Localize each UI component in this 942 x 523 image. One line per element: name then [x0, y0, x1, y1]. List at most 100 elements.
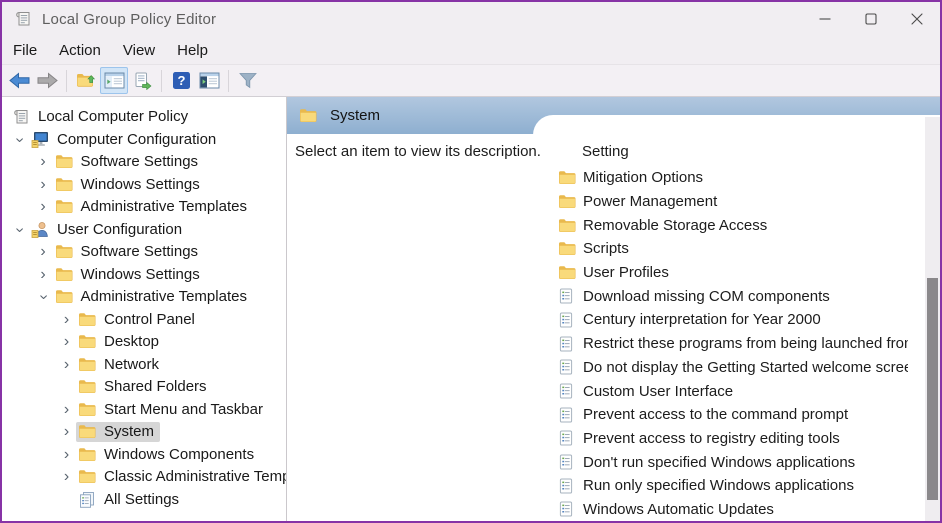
list-item-prevent-access-to-registry-editing-tools[interactable]: Prevent access to registry editing tools	[558, 427, 908, 451]
folder-icon	[55, 198, 74, 215]
tree-item-content: Network	[76, 355, 165, 375]
tree-item-windows-components[interactable]: › Windows Components	[2, 444, 286, 467]
list-item-removable-storage-access[interactable]: Removable Storage Access	[558, 213, 908, 237]
chevron-right-icon[interactable]: ›	[57, 424, 76, 440]
tree-item-desktop[interactable]: ›Desktop	[2, 331, 286, 354]
tree-item-administrative-templates[interactable]: ›Administrative Templates	[2, 196, 286, 219]
list-item-label: Don't run specified Windows applications	[583, 454, 855, 471]
tree-item-network[interactable]: ›Network	[2, 354, 286, 377]
chevron-down-icon[interactable]: ›	[35, 288, 51, 307]
minimize-button[interactable]	[802, 2, 848, 36]
list-item-prevent-access-to-the-command-prompt[interactable]: Prevent access to the command prompt	[558, 403, 908, 427]
tree-item-local-computer-policy[interactable]: Local Computer Policy	[2, 106, 286, 129]
tree-item-windows-settings[interactable]: ›Windows Settings	[2, 264, 286, 287]
tree-item-content: Computer Configuration	[29, 130, 222, 150]
tree-item-content: Control Panel	[76, 310, 201, 330]
show-hide-console-tree-button[interactable]	[100, 67, 128, 94]
tree-item-user-configuration[interactable]: ›User Configuration	[2, 219, 286, 242]
chevron-right-icon[interactable]: ›	[57, 402, 76, 418]
menu-help[interactable]: Help	[166, 40, 219, 61]
tree-item-label: Control Panel	[104, 311, 195, 328]
list-item-run-only-specified-windows-applications[interactable]: Run only specified Windows applications	[558, 474, 908, 498]
list-item-label: Run only specified Windows applications	[583, 477, 854, 494]
help-button[interactable]: ?	[167, 67, 195, 94]
vertical-scrollbar[interactable]	[925, 117, 940, 521]
tree-item-computer-configuration[interactable]: › Computer Configuration	[2, 129, 286, 152]
tree-item-classic-administrative-temp[interactable]: ›Classic Administrative Temp	[2, 466, 286, 489]
folder-icon	[55, 266, 74, 283]
list-item-label: Prevent access to the command prompt	[583, 406, 848, 423]
chevron-right-icon[interactable]: ›	[34, 244, 53, 260]
local-group-policy-editor-window: Local Group Policy Editor File Action Vi…	[0, 0, 942, 523]
back-button[interactable]	[5, 67, 33, 94]
chevron-down-icon[interactable]: ›	[12, 220, 28, 239]
folder-icon	[78, 311, 97, 328]
description-text: Select an item to view its description.	[295, 143, 541, 160]
list-item-windows-automatic-updates[interactable]: Windows Automatic Updates	[558, 498, 908, 521]
results-header-title: System	[330, 107, 380, 124]
chevron-right-icon[interactable]: ›	[57, 469, 76, 485]
up-one-level-button[interactable]	[72, 67, 100, 94]
tree-item-system[interactable]: ›System	[2, 421, 286, 444]
chevron-right-icon[interactable]: ›	[34, 154, 53, 170]
policy-setting-icon	[558, 478, 576, 494]
help-icon: ?	[172, 71, 191, 90]
back-arrow-icon	[9, 72, 30, 89]
tree-item-software-settings[interactable]: ›Software Settings	[2, 151, 286, 174]
maximize-button[interactable]	[848, 2, 894, 36]
tree-item-content: Administrative Templates	[53, 287, 253, 307]
close-icon	[911, 13, 923, 25]
tree-item-administrative-templates[interactable]: ›Administrative Templates	[2, 286, 286, 309]
folder-icon	[55, 288, 74, 305]
tree-item-label: Windows Components	[104, 446, 254, 463]
tree-item-control-panel[interactable]: › Control Panel	[2, 309, 286, 332]
list-item-power-management[interactable]: Power Management	[558, 190, 908, 214]
console-tree: Local Computer Policy›Computer Configura…	[2, 106, 286, 511]
chevron-right-icon[interactable]: ›	[57, 334, 76, 350]
menu-view[interactable]: View	[112, 40, 166, 61]
tree-item-start-menu-and-taskbar[interactable]: ›Start Menu and Taskbar	[2, 399, 286, 422]
list-item-scripts[interactable]: Scripts	[558, 237, 908, 261]
settings-list: Mitigation OptionsPower ManagementRemova…	[558, 166, 908, 521]
chevron-right-icon[interactable]: ›	[34, 199, 53, 215]
export-list-button[interactable]	[128, 67, 156, 94]
forward-arrow-icon	[37, 72, 58, 89]
filter-button[interactable]	[234, 67, 262, 94]
tree-item-shared-folders[interactable]: ›Shared Folders	[2, 376, 286, 399]
close-button[interactable]	[894, 2, 940, 36]
chevron-down-icon[interactable]: ›	[12, 130, 28, 149]
policy-setting-icon	[558, 430, 576, 446]
list-item-mitigation-options[interactable]: Mitigation Options	[558, 166, 908, 190]
show-hide-action-pane-button[interactable]	[195, 67, 223, 94]
menu-file[interactable]: File	[2, 40, 48, 61]
svg-text:?: ?	[177, 73, 185, 88]
forward-button[interactable]	[33, 67, 61, 94]
list-item-user-profiles[interactable]: User Profiles	[558, 261, 908, 285]
policy-setting-icon	[558, 359, 576, 375]
list-item-custom-user-interface[interactable]: Custom User Interface	[558, 379, 908, 403]
chevron-right-icon[interactable]: ›	[57, 312, 76, 328]
scrollbar-thumb[interactable]	[927, 278, 938, 500]
chevron-right-icon[interactable]: ›	[57, 447, 76, 463]
tree-item-windows-settings[interactable]: ›Windows Settings	[2, 174, 286, 197]
list-item-don-t-run-specified-windows-applications[interactable]: Don't run specified Windows applications	[558, 450, 908, 474]
chevron-right-icon[interactable]: ›	[57, 357, 76, 373]
tree-item-software-settings[interactable]: ›Software Settings	[2, 241, 286, 264]
list-item-label: User Profiles	[583, 264, 669, 281]
list-item-century-interpretation-for-year-2000[interactable]: Century interpretation for Year 2000	[558, 308, 908, 332]
tree-item-content: System	[76, 422, 160, 442]
computer-icon	[31, 131, 50, 148]
list-item-do-not-display-the-getting-started-welcome-screen-at[interactable]: Do not display the Getting Started welco…	[558, 356, 908, 380]
chevron-right-icon[interactable]: ›	[34, 267, 53, 283]
menu-action[interactable]: Action	[48, 40, 112, 61]
chevron-right-icon[interactable]: ›	[34, 177, 53, 193]
up-one-level-icon	[76, 72, 96, 89]
policy-setting-icon	[558, 383, 576, 399]
setting-column-header[interactable]: Setting	[582, 143, 629, 160]
list-item-download-missing-com-components[interactable]: Download missing COM components	[558, 284, 908, 308]
list-item-restrict-these-programs-from-being-launched-from-h[interactable]: Restrict these programs from being launc…	[558, 332, 908, 356]
filter-icon	[238, 72, 258, 89]
tree-item-label: Computer Configuration	[57, 131, 216, 148]
tree-item-content: Local Computer Policy	[10, 107, 194, 127]
tree-item-all-settings[interactable]: ›All Settings	[2, 489, 286, 512]
